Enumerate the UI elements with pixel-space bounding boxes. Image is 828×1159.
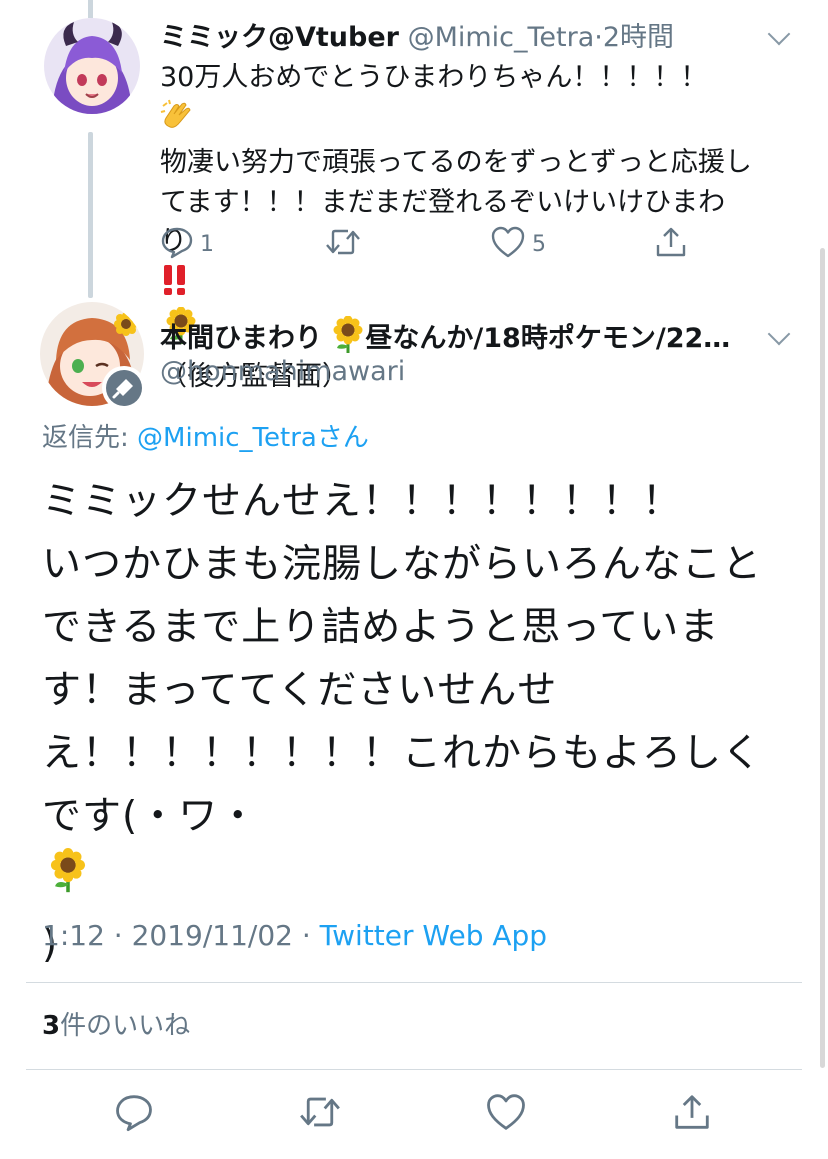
tweet-source-link[interactable]: Twitter Web App	[320, 919, 547, 952]
main-text-line-4: す！まっててくださいせんせ	[42, 668, 558, 713]
main-text-line-5: え！！！！！！！！これからもよろしく	[42, 731, 763, 776]
sunflower-icon	[48, 848, 812, 913]
main-display-name: 本間ひまわり	[160, 323, 322, 354]
microphone-badge	[102, 366, 146, 410]
divider-top	[26, 982, 802, 983]
heart-icon	[490, 225, 526, 263]
parent-reply-count: 1	[200, 231, 214, 257]
scrollbar[interactable]	[820, 248, 825, 1068]
double-exclamation-icon	[160, 262, 810, 308]
thread-line-top	[88, 0, 93, 18]
clapping-hands-icon	[160, 98, 810, 144]
like-button[interactable]	[484, 1092, 528, 1136]
reply-button[interactable]	[112, 1092, 156, 1136]
divider-bottom	[26, 1069, 802, 1070]
parent-text-line-2: 物凄い努力で頑張ってるのをずっとずっと応援し	[160, 147, 752, 178]
parent-text-line-1: 30万人おめでとうひまわりちゃん！！！！！	[160, 58, 810, 143]
likes-label: 件のいいね	[60, 1011, 191, 1041]
reply-prefix: 返信先:	[42, 423, 138, 453]
parent-time[interactable]: 2時間	[603, 22, 674, 53]
parent-like-button[interactable]: 5	[490, 226, 546, 262]
main-tweet-text: ミミックせんせえ！！！！！！！！ いつかひまも浣腸しながらいろんなこと できるま…	[42, 470, 812, 976]
reply-mention-link[interactable]: @Mimic_Tetra	[137, 423, 317, 453]
parent-retweet-button[interactable]	[324, 226, 362, 262]
main-text-line-1: ミミックせんせえ！！！！！！！！	[42, 479, 683, 524]
reply-icon	[114, 1092, 154, 1136]
main-handle[interactable]: @honmahimawari	[160, 352, 405, 392]
avatar-mimic[interactable]	[44, 18, 140, 114]
parent-chevron-down-icon[interactable]	[767, 22, 791, 46]
retweet-button[interactable]	[296, 1092, 344, 1136]
parent-tweet-header: ミミック@Vtuber @Mimic_Tetra·2時間	[160, 18, 770, 58]
reply-suffix: さん	[316, 423, 369, 453]
reply-icon	[160, 225, 194, 263]
thread-connector-line	[88, 132, 93, 298]
main-text-line-3: できるまで上り詰めようと思っていま	[42, 605, 720, 650]
heart-icon	[485, 1092, 527, 1136]
main-display-name-suffix: 昼なんか/18時ポケモン/22…	[365, 323, 731, 354]
parent-dot: ·	[594, 22, 603, 53]
likes-count: 3	[42, 1011, 61, 1041]
parent-display-name[interactable]: ミミック@Vtuber	[160, 22, 399, 53]
main-text-line-2: いつかひまも浣腸しながらいろんなこと	[42, 542, 763, 587]
parent-text-line-3: てます！！！まだまだ登れるぞいけいけひまわ	[160, 186, 726, 218]
parent-reply-button[interactable]: 1	[160, 226, 214, 262]
parent-share-button[interactable]	[654, 226, 688, 262]
share-button[interactable]	[670, 1092, 714, 1136]
parent-like-count: 5	[532, 231, 546, 257]
share-icon	[672, 1092, 712, 1136]
likes-summary[interactable]: 3件のいいね	[42, 1006, 190, 1046]
tweet-timestamp: 1:12 · 2019/11/02 ·	[42, 919, 320, 952]
microphone-icon	[106, 370, 142, 406]
tweet-meta: 1:12 · 2019/11/02 · Twitter Web App	[42, 914, 547, 958]
retweet-icon	[324, 225, 362, 263]
replying-to: 返信先: @Mimic_Tetraさん	[42, 418, 369, 458]
retweet-icon	[297, 1092, 343, 1136]
share-icon	[654, 225, 688, 263]
parent-handle[interactable]: @Mimic_Tetra	[408, 22, 595, 53]
